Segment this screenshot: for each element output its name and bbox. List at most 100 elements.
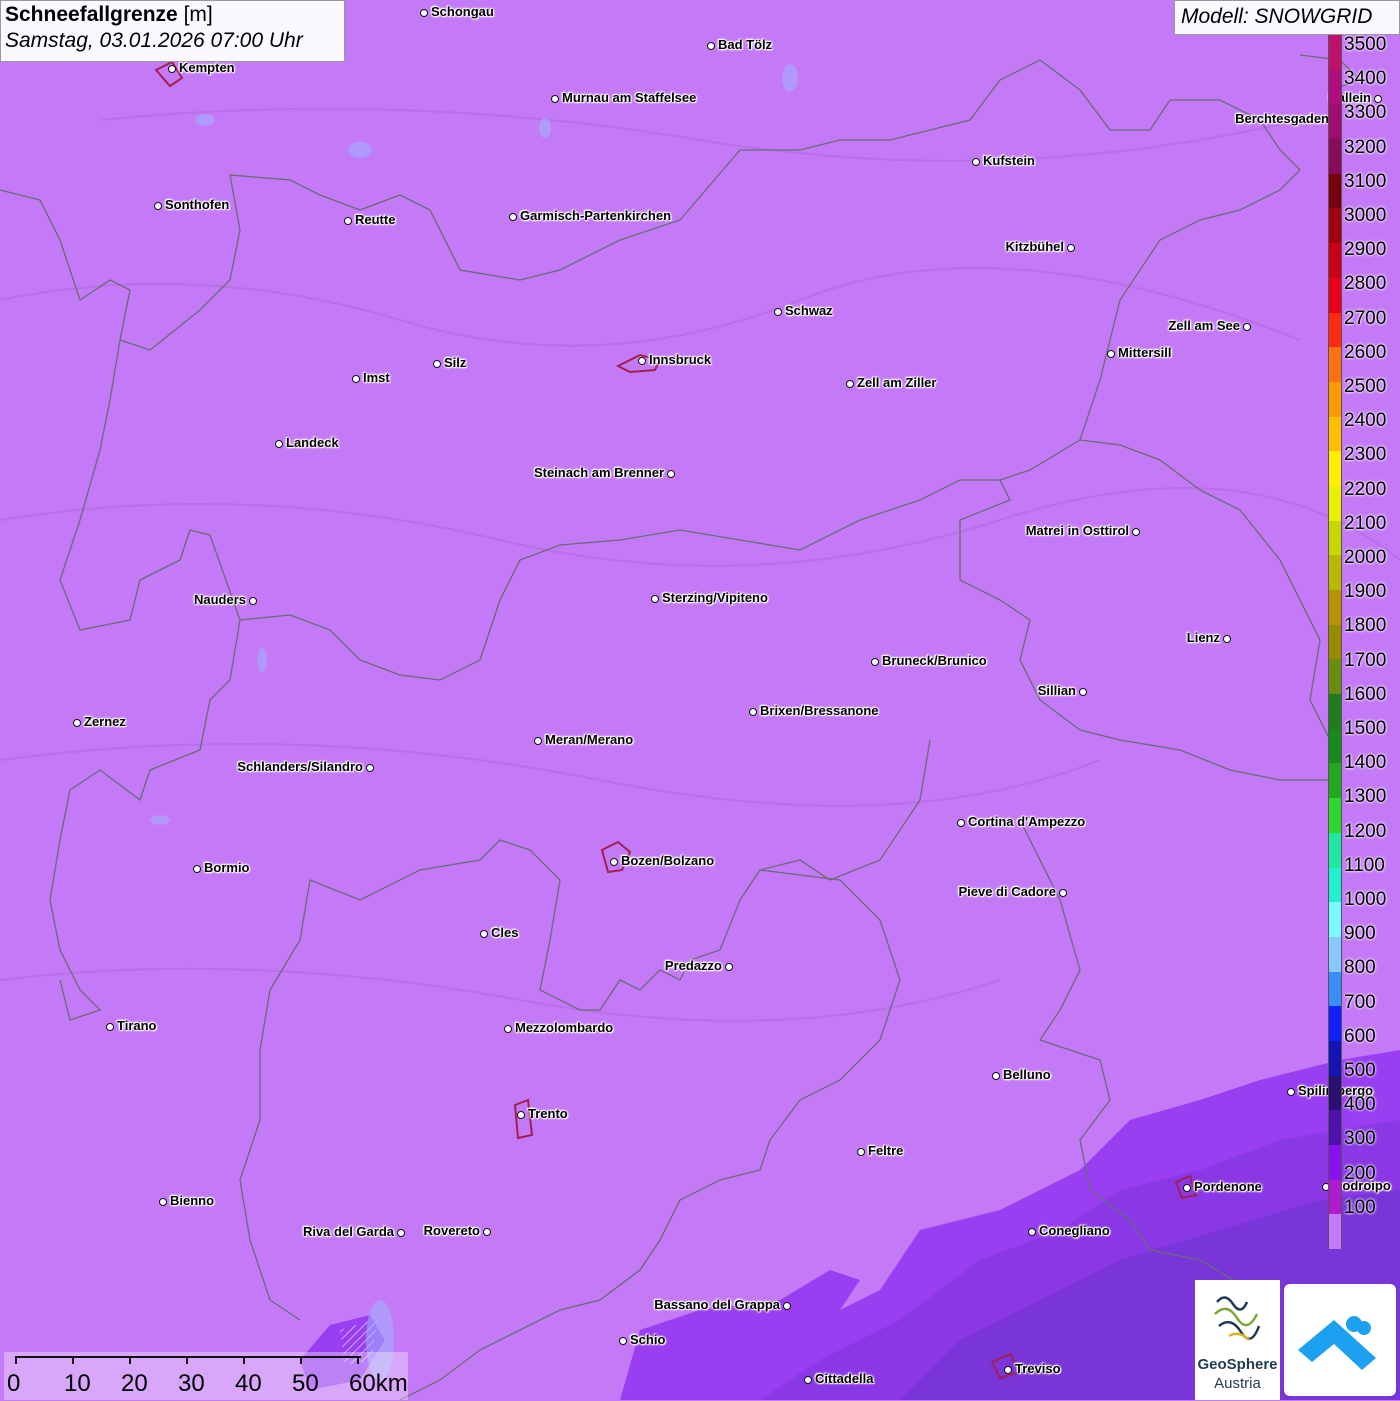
city-label: Bassano del Grappa: [654, 1297, 780, 1312]
legend-swatch: [1328, 1145, 1342, 1180]
city-label: Meran/Merano: [545, 732, 634, 747]
city-label: Schwaz: [785, 303, 833, 318]
scale-tick: [72, 1356, 74, 1364]
legend-swatch: [1328, 347, 1342, 382]
city-dot-icon: [871, 658, 879, 666]
scale-bar: 0 10 20 30 40 50 60km: [4, 1352, 408, 1400]
legend-swatch: [1328, 208, 1342, 244]
scale-tick: [186, 1356, 188, 1364]
title-text: Schneefallgrenze: [5, 3, 178, 26]
legend-swatch: [1328, 139, 1342, 174]
city-label: Bozen/Bolzano: [621, 853, 715, 868]
legend-swatch: [1328, 936, 1342, 972]
title-panel: Schneefallgrenze [m] Samstag, 03.01.2026…: [0, 0, 345, 62]
city-dot-icon: [638, 357, 646, 365]
legend-swatch: [1328, 1075, 1342, 1111]
city-label: Kempten: [179, 60, 235, 75]
city-dot-icon: [992, 1072, 1000, 1080]
city-label: Garmisch-Partenkirchen: [520, 208, 672, 223]
legend-swatch: [1328, 312, 1342, 348]
geosphere-country: Austria: [1214, 1375, 1261, 1392]
city-dot-icon: [651, 595, 659, 603]
scale-tick: [15, 1356, 17, 1364]
city-label: Trento: [528, 1106, 568, 1121]
legend-value: 2600: [1344, 341, 1387, 363]
city-dot-icon: [352, 375, 360, 383]
mountain-cloud-icon: [1298, 1316, 1376, 1370]
city-dot-icon: [667, 470, 675, 478]
model-label: Modell: SNOWGRID: [1174, 0, 1400, 35]
city-dot-icon: [275, 440, 283, 448]
legend-value: 1000: [1344, 889, 1387, 910]
legend-value: 800: [1344, 957, 1376, 979]
city-dot-icon: [480, 930, 488, 938]
city-label: Zell am Ziller: [857, 375, 937, 390]
city-label: Sterzing/Vipiteno: [662, 590, 768, 605]
scale-tick-label: 30: [178, 1370, 205, 1397]
city-dot-icon: [1243, 323, 1251, 331]
city-dot-icon: [534, 737, 542, 745]
legend-swatch: [1328, 867, 1342, 903]
city-dot-icon: [193, 865, 201, 873]
city-label: Rovereto: [423, 1223, 480, 1238]
city-dot-icon: [1067, 244, 1075, 252]
legend-value: 400: [1344, 1094, 1376, 1116]
legend-value: 2500: [1344, 376, 1387, 397]
city-dot-icon: [1183, 1184, 1191, 1192]
city-label: Tirano: [117, 1018, 157, 1033]
city-dot-icon: [504, 1025, 512, 1033]
city-label: Silz: [444, 355, 467, 370]
city-dot-icon: [846, 380, 854, 388]
legend-value: 1600: [1344, 683, 1387, 705]
legend-value: 3500: [1344, 34, 1387, 55]
city-dot-icon: [957, 819, 965, 827]
legend-swatch: [1328, 35, 1342, 70]
legend-swatch: [1328, 590, 1342, 625]
legend-value: 1900: [1344, 581, 1387, 603]
city-label: Cittadella: [815, 1371, 874, 1386]
city-label: Kitzbühel: [1005, 239, 1065, 254]
legend-swatch: [1328, 381, 1342, 417]
geosphere-logo[interactable]: GeoSphere Austria: [1195, 1280, 1280, 1400]
legend-swatch: [1328, 173, 1342, 209]
city-label: Reutte: [355, 212, 396, 227]
city-label: Treviso: [1015, 1361, 1061, 1376]
legend-value: 600: [1344, 1025, 1376, 1047]
legend-value: 2100: [1344, 512, 1387, 534]
city-label: Bad Tölz: [718, 37, 773, 52]
legend-value: 1800: [1344, 615, 1387, 637]
city-label: Pordenone: [1194, 1179, 1262, 1194]
legend-swatch: [1328, 1179, 1342, 1215]
city-label: Bruneck/Brunico: [882, 653, 987, 668]
legend-swatch: [1328, 832, 1342, 868]
city-dot-icon: [774, 308, 782, 316]
city-dot-icon: [551, 95, 559, 103]
legend-value: 3300: [1344, 102, 1387, 124]
legend-swatch: [1328, 277, 1342, 313]
city-dot-icon: [509, 213, 517, 221]
legend-swatch: [1328, 520, 1342, 556]
legend-value: 1200: [1344, 820, 1387, 842]
forecast-datetime: Samstag, 03.01.2026 07:00 Uhr: [5, 29, 303, 52]
city-label: Zernez: [84, 714, 126, 729]
legend-swatch: [1328, 659, 1342, 695]
scale-tick: [129, 1356, 131, 1364]
app-logo[interactable]: [1284, 1284, 1396, 1396]
city-label: Conegliano: [1039, 1223, 1110, 1238]
city-dot-icon: [366, 764, 374, 772]
legend-swatch: [1328, 69, 1342, 105]
city-dot-icon: [749, 708, 757, 716]
city-label: Steinach am Brenner: [533, 465, 664, 480]
city-label: Matrei in Osttirol: [1025, 523, 1129, 538]
legend-swatch: [1328, 1006, 1342, 1041]
city-label: Cortina d'Ampezzo: [968, 814, 1086, 829]
legend-swatch: [1328, 1040, 1342, 1076]
city-dot-icon: [1004, 1366, 1012, 1374]
legend-value: 3400: [1344, 68, 1387, 90]
city-dot-icon: [610, 858, 618, 866]
legend-value: 1100: [1344, 854, 1385, 876]
city-label: Riva del Garda: [302, 1224, 394, 1239]
scale-tick: [357, 1356, 359, 1364]
city-dot-icon: [1223, 635, 1231, 643]
scale-tick: [243, 1356, 245, 1364]
